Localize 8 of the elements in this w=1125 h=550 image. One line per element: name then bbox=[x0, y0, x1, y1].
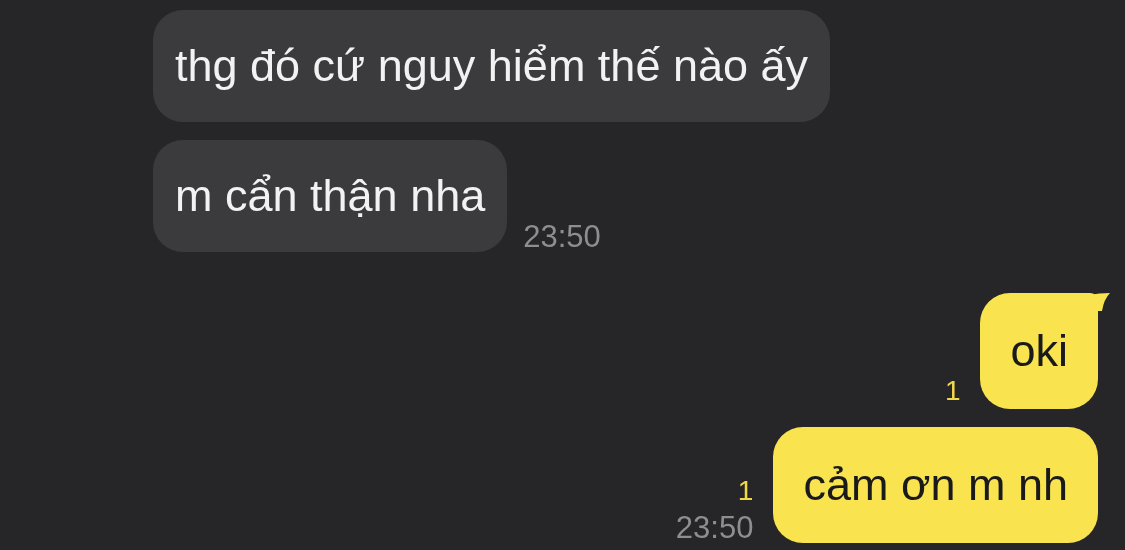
unread-count: 1 bbox=[944, 375, 961, 407]
message-bubble: m cẩn thận nha bbox=[153, 140, 508, 252]
message-time: 23:50 bbox=[523, 220, 601, 254]
message-time: 23:50 bbox=[675, 511, 754, 545]
message-bubble: oki bbox=[980, 293, 1098, 409]
message-bubble: cảm ơn m nh bbox=[773, 427, 1098, 543]
unread-count: 1 bbox=[737, 475, 754, 507]
message-bubble: thg đó cứ nguy hiểm thế nào ấy bbox=[153, 10, 831, 122]
